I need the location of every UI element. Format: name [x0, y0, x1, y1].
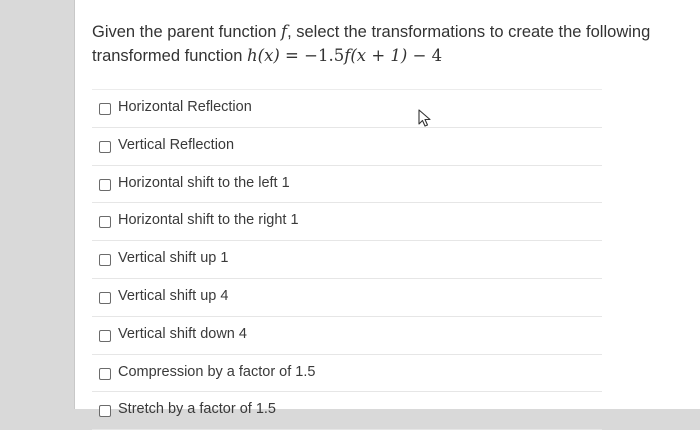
option-label: Horizontal Reflection [118, 99, 252, 115]
option-horizontal-reflection[interactable]: Horizontal Reflection [92, 89, 602, 128]
checkbox[interactable] [99, 405, 111, 418]
prompt-text-start: Given the parent function [92, 23, 281, 41]
transformed-function-formula: h(x) = −1.5f(x + 1) − 4 [247, 46, 443, 65]
mouse-pointer-icon [418, 109, 431, 127]
checkbox[interactable] [99, 254, 111, 267]
option-label: Stretch by a factor of 1.5 [118, 401, 276, 418]
checkbox[interactable] [99, 329, 111, 342]
option-label: Vertical shift up 1 [118, 250, 229, 267]
checkbox[interactable] [99, 216, 111, 229]
checkbox[interactable] [99, 103, 111, 115]
option-label: Vertical shift down 4 [118, 325, 247, 342]
option-vertical-reflection[interactable]: Vertical Reflection [92, 128, 602, 166]
option-vertical-shift-up-4[interactable]: Vertical shift up 4 [92, 279, 602, 317]
question-prompt: Given the parent function f, select the … [92, 20, 652, 68]
checkbox[interactable] [99, 367, 111, 380]
option-label: Vertical shift up 4 [118, 287, 229, 304]
option-compression-1-5[interactable]: Compression by a factor of 1.5 [92, 355, 602, 393]
option-label: Horizontal shift to the right 1 [118, 212, 299, 229]
option-horizontal-shift-left-1[interactable]: Horizontal shift to the left 1 [92, 166, 602, 204]
option-label: Compression by a factor of 1.5 [118, 363, 316, 380]
checkbox[interactable] [99, 291, 111, 304]
option-label: Horizontal shift to the left 1 [118, 174, 290, 191]
option-vertical-shift-up-1[interactable]: Vertical shift up 1 [92, 241, 602, 279]
option-vertical-shift-down-4[interactable]: Vertical shift down 4 [92, 317, 602, 355]
option-horizontal-shift-right-1[interactable]: Horizontal shift to the right 1 [92, 203, 602, 242]
checkbox[interactable] [99, 140, 111, 153]
checkbox[interactable] [99, 178, 111, 191]
question-card: Given the parent function f, select the … [75, 0, 700, 430]
option-label: Vertical Reflection [118, 136, 235, 153]
transformation-options-list: Horizontal Reflection Vertical Reflectio… [92, 89, 602, 430]
option-stretch-1-5[interactable]: Stretch by a factor of 1.5 [92, 392, 602, 430]
